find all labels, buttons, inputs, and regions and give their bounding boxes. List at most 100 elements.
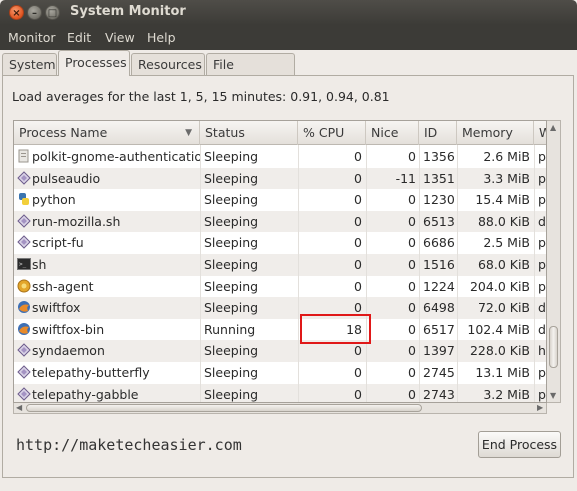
process-table[interactable]: Process Name ▼ Status % CPU Nice ID Memo… (13, 120, 547, 403)
status-cell: Sleeping (204, 213, 259, 229)
table-row[interactable]: python Sleeping 0 0 1230 15.4 MiB p (14, 189, 546, 211)
memory-cell: 3.2 MiB (483, 386, 530, 402)
column-process-name[interactable]: Process Name ▼ (14, 121, 200, 145)
table-row[interactable]: swiftfox-bin Running 18 0 6517 102.4 MiB d (14, 319, 546, 341)
table-row[interactable]: >_ sh Sleeping 0 0 1516 68.0 KiB p (14, 254, 546, 276)
menu-help[interactable]: Help (147, 30, 176, 45)
table-row[interactable]: pulseaudio Sleeping 0 -11 1351 3.3 MiB p (14, 167, 546, 190)
watermark-url: http://maketecheasier.com (16, 436, 242, 454)
nice-cell: 0 (408, 278, 416, 294)
table-row[interactable]: ssh-agent Sleeping 0 0 1224 204.0 KiB p (14, 276, 546, 298)
scroll-up-icon[interactable]: ▲ (550, 123, 556, 132)
nice-cell: 0 (408, 235, 416, 251)
column-nice[interactable]: Nice (366, 121, 419, 145)
table-row[interactable]: script-fu Sleeping 0 0 6686 2.5 MiB p (14, 232, 546, 254)
tab-processes[interactable]: Processes (58, 50, 130, 76)
column-memory[interactable]: Memory (457, 121, 534, 145)
close-icon[interactable]: × (9, 5, 24, 20)
status-cell: Sleeping (204, 278, 259, 294)
horizontal-scrollbar[interactable]: ◀ ▶ (13, 403, 547, 414)
end-process-button[interactable]: End Process (478, 431, 561, 458)
cpu-highlight-box (300, 314, 371, 344)
table-row[interactable]: telepathy-gabble Sleeping 0 0 2743 3.2 MiB p (14, 383, 546, 402)
id-cell: 1224 (423, 278, 455, 294)
w-cell: h (538, 343, 546, 359)
nice-cell: 0 (408, 192, 416, 208)
maximize-icon[interactable]: □ (45, 5, 60, 20)
column-w[interactable]: W (534, 121, 546, 145)
scroll-right-icon[interactable]: ▶ (537, 403, 543, 412)
column-divider (419, 145, 420, 402)
memory-cell: 68.0 KiB (477, 257, 530, 272)
table-row[interactable]: run-mozilla.sh Sleeping 0 0 6513 88.0 KiB d (14, 210, 546, 233)
status-cell: Sleeping (204, 149, 259, 164)
status-cell: Sleeping (204, 386, 259, 402)
cpu-cell: 0 (354, 235, 362, 251)
w-cell: p (538, 365, 546, 380)
id-cell: 6498 (423, 300, 455, 316)
column-status[interactable]: Status (200, 121, 298, 145)
terminal-icon: >_ (17, 257, 31, 271)
table-row[interactable]: telepathy-butterfly Sleeping 0 0 2745 13.1 Mi… (14, 362, 546, 384)
status-cell: Sleeping (204, 343, 259, 359)
svg-text:>_: >_ (19, 261, 27, 268)
w-cell: d (538, 213, 546, 229)
minimize-icon[interactable]: – (27, 5, 42, 20)
status-cell: Sleeping (204, 300, 259, 316)
id-cell: 1397 (423, 343, 455, 359)
process-name-cell: telepathy-gabble (32, 386, 139, 402)
table-row[interactable]: syndaemon Sleeping 0 0 1397 228.0 KiB h (14, 340, 546, 362)
nice-cell: -11 (395, 170, 416, 186)
menu-edit[interactable]: Edit (67, 30, 91, 45)
w-cell: p (538, 278, 546, 294)
tab-resources[interactable]: Resources (131, 53, 205, 75)
cpu-cell: 0 (354, 192, 362, 208)
id-cell: 2743 (423, 386, 455, 402)
column-divider (366, 145, 367, 402)
id-cell: 6513 (423, 213, 455, 229)
tab-file-systems[interactable]: File Systems (206, 53, 295, 87)
vertical-scroll-thumb[interactable] (549, 326, 558, 368)
memory-cell: 2.6 MiB (483, 149, 530, 164)
cpu-cell: 0 (354, 365, 362, 380)
column-divider (534, 145, 535, 402)
nice-cell: 0 (408, 386, 416, 402)
w-cell: p (538, 386, 546, 402)
menu-view[interactable]: View (105, 30, 135, 45)
table-header: Process Name ▼ Status % CPU Nice ID Memo… (14, 121, 546, 145)
window-title: System Monitor (70, 4, 186, 19)
cpu-cell: 0 (354, 257, 362, 272)
title-bar: × – □ System Monitor (0, 0, 577, 25)
process-name-cell: run-mozilla.sh (32, 213, 121, 229)
table-row[interactable]: polkit-gnome-authenticatio Sleeping 0 0 1356… (14, 146, 546, 168)
memory-cell: 2.5 MiB (483, 235, 530, 251)
memory-cell: 13.1 MiB (475, 365, 530, 380)
id-cell: 6686 (423, 235, 455, 251)
horizontal-scroll-thumb[interactable] (26, 404, 422, 412)
swiftfox-icon (17, 322, 31, 336)
id-cell: 1230 (423, 192, 455, 208)
id-cell: 1356 (423, 149, 455, 164)
diamond-process-icon (17, 386, 31, 401)
load-averages: Load averages for the last 1, 5, 15 minu… (12, 89, 390, 104)
vertical-scrollbar[interactable]: ▲ ▼ (547, 120, 561, 403)
tab-system[interactable]: System (2, 53, 57, 75)
scroll-left-icon[interactable]: ◀ (16, 403, 22, 412)
menu-monitor[interactable]: Monitor (8, 30, 56, 45)
sort-descending-icon: ▼ (185, 128, 192, 138)
swiftfox-icon (17, 300, 31, 314)
process-name-cell: python (32, 192, 76, 208)
w-cell: p (538, 235, 546, 251)
w-cell: p (538, 149, 546, 164)
table-row[interactable]: swiftfox Sleeping 0 0 6498 72.0 KiB d (14, 297, 546, 319)
id-cell: 2745 (423, 365, 455, 380)
diamond-process-icon (17, 365, 31, 379)
w-cell: p (538, 257, 546, 272)
process-name-cell: telepathy-butterfly (32, 365, 150, 380)
scroll-down-icon[interactable]: ▼ (550, 391, 556, 400)
column-cpu[interactable]: % CPU (298, 121, 366, 145)
memory-cell: 3.3 MiB (483, 170, 530, 186)
nice-cell: 0 (408, 149, 416, 164)
cpu-cell: 0 (354, 386, 362, 402)
column-id[interactable]: ID (419, 121, 457, 145)
